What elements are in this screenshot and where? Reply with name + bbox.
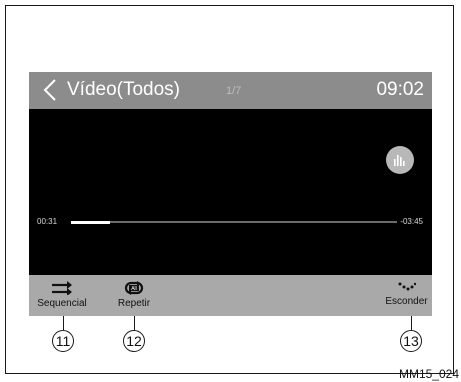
hide-dots-icon	[398, 282, 416, 291]
time-remaining: -03:45	[400, 217, 423, 226]
hide-label: Esconder	[385, 296, 428, 307]
callout-12: 12	[123, 330, 145, 352]
progress-fill	[71, 220, 111, 224]
equalizer-icon	[394, 155, 405, 166]
repeat-button[interactable]: All Repetir	[109, 275, 159, 316]
hide-button[interactable]: Esconder	[381, 275, 432, 316]
repeat-badge: All	[131, 286, 137, 292]
callout-leader-11	[63, 316, 64, 330]
callout-leader-12	[134, 316, 135, 330]
callout-11: 11	[52, 330, 74, 352]
page-title: Vídeo(Todos)	[67, 79, 181, 100]
header-bar: Vídeo(Todos) 1/7 09:02	[29, 72, 432, 109]
bottom-toolbar: Sequencial All Repetir Esconder	[29, 275, 432, 316]
sequential-button[interactable]: Sequencial	[29, 275, 95, 316]
callout-13: 13	[400, 330, 422, 352]
repeat-all-icon: All	[124, 281, 144, 295]
progress-slider[interactable]	[71, 220, 397, 224]
figure-code: MM15_024	[398, 367, 459, 381]
head-unit-screen: Vídeo(Todos) 1/7 09:02 00:31 -03:45 Sequ…	[29, 72, 432, 316]
time-elapsed: 00:31	[37, 217, 58, 226]
sequential-label: Sequencial	[37, 298, 87, 309]
callout-leader-13	[411, 316, 412, 330]
equalizer-button[interactable]	[386, 146, 414, 174]
sequential-shuffle-icon	[52, 281, 72, 295]
clock: 09:02	[376, 79, 424, 100]
chevron-left-icon[interactable]	[41, 78, 61, 102]
track-counter: 1/7	[226, 85, 242, 97]
repeat-label: Repetir	[117, 298, 151, 309]
video-area[interactable]: 00:31 -03:45	[29, 109, 432, 275]
